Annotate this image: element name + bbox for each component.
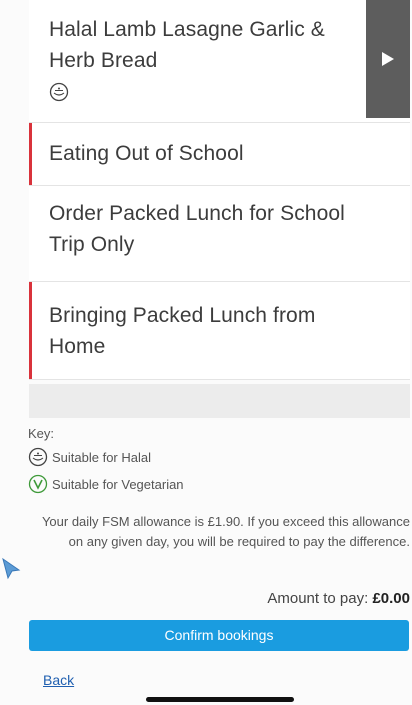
play-arrow-icon xyxy=(382,52,394,66)
menu-option-list: Halal Lamb Lasagne Garlic & Herb Bread E… xyxy=(29,0,410,380)
pointer-cursor-icon xyxy=(2,557,21,580)
back-link[interactable]: Back xyxy=(43,672,74,688)
menu-option-title: Eating Out of School xyxy=(49,142,244,165)
confirm-bookings-button[interactable]: Confirm bookings xyxy=(29,620,409,651)
key-row-vegetarian: Suitable for Vegetarian xyxy=(28,474,184,494)
key-halal-text: Suitable for Halal xyxy=(52,449,151,465)
list-footer-band xyxy=(29,384,410,418)
key-vegetarian-text: Suitable for Vegetarian xyxy=(52,476,184,492)
menu-option-title: Order Packed Lunch for School Trip Only xyxy=(49,202,345,256)
menu-option-title: Bringing Packed Lunch from Home xyxy=(49,304,316,358)
menu-option-title: Halal Lamb Lasagne Garlic & Herb Bread xyxy=(49,18,325,72)
booking-screen: Halal Lamb Lasagne Garlic & Herb Bread E… xyxy=(0,0,412,705)
key-label: Key: xyxy=(28,426,55,441)
amount-to-pay: Amount to pay: £0.00 xyxy=(30,590,410,607)
amount-value: £0.00 xyxy=(372,590,410,607)
amount-label: Amount to pay: xyxy=(267,590,369,607)
vegetarian-icon xyxy=(28,474,48,494)
expand-arrow-button[interactable] xyxy=(366,0,410,118)
halal-icon xyxy=(28,447,48,467)
halal-icon xyxy=(49,82,69,107)
fsm-allowance-notice: Your daily FSM allowance is £1.90. If yo… xyxy=(41,514,410,549)
home-indicator xyxy=(146,697,294,702)
menu-option-eating-out[interactable]: Eating Out of School xyxy=(29,123,410,186)
menu-option-packed-lunch-home[interactable]: Bringing Packed Lunch from Home xyxy=(29,282,410,380)
key-row-halal: Suitable for Halal xyxy=(28,447,184,467)
menu-option-halal-lasagne[interactable]: Halal Lamb Lasagne Garlic & Herb Bread xyxy=(29,0,410,123)
key-legend: Key: Suitable for Halal Suitable for Veg… xyxy=(28,426,184,501)
menu-option-packed-lunch-trip[interactable]: Order Packed Lunch for School Trip Only xyxy=(29,186,410,282)
